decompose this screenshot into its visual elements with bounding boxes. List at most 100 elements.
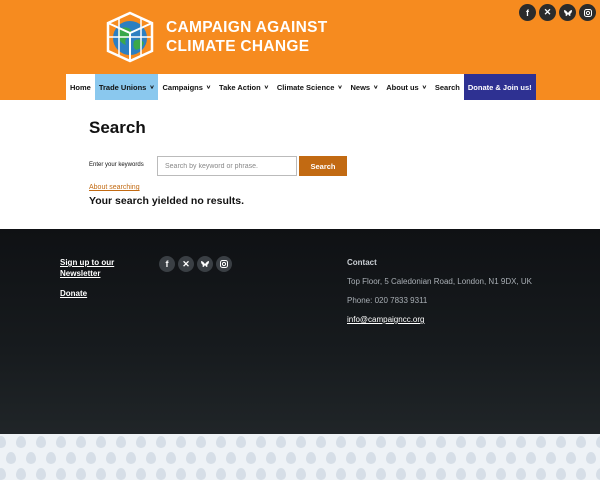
donate-join-button[interactable]: Donate & Join us! [463,74,536,100]
facebook-icon[interactable]: f [519,4,536,21]
site-title[interactable]: CAMPAIGN AGAINST CLIMATE CHANGE [166,18,328,56]
droplet-pattern-icon [396,468,406,480]
droplet-pattern-icon [596,436,600,448]
droplet-pattern-icon [596,468,600,480]
droplet-pattern-icon [406,452,416,464]
droplet-pattern-icon [196,468,206,480]
droplet-pattern-icon [536,468,546,480]
x-icon[interactable]: ✕ [178,256,194,272]
footer-social-links: f ✕ [159,256,232,272]
search-button[interactable]: Search [299,156,347,176]
contact-heading: Contact [347,258,377,267]
droplet-pattern-icon [96,468,106,480]
nav-item-take-action[interactable]: Take Action ∨ [215,74,273,100]
x-icon[interactable]: ✕ [539,4,556,21]
droplet-pattern-icon [176,468,186,480]
droplet-pattern-icon [196,436,206,448]
droplet-pattern-icon [236,468,246,480]
droplet-pattern-icon [56,468,66,480]
droplet-pattern-icon [426,452,436,464]
keywords-label: Enter your keywords [89,162,144,168]
decorative-pattern [0,434,600,480]
droplet-pattern-icon [456,436,466,448]
droplet-pattern-icon [566,452,576,464]
chevron-down-icon: ∨ [263,84,269,90]
newsletter-line2: Newsletter [60,269,101,278]
droplet-pattern-icon [496,436,506,448]
droplet-pattern-icon [26,452,36,464]
droplet-pattern-icon [266,452,276,464]
droplet-pattern-icon [476,468,486,480]
droplet-pattern-icon [556,468,566,480]
droplet-pattern-icon [276,436,286,448]
no-results-message: Your search yielded no results. [89,195,245,207]
droplet-pattern-icon [246,452,256,464]
nav-item-news[interactable]: News ∨ [347,74,383,100]
contact-email-link[interactable]: info@campaigncc.org [347,315,425,324]
droplet-pattern-icon [476,436,486,448]
search-input[interactable] [157,156,297,176]
nav-item-search[interactable]: Search [431,74,464,100]
droplet-pattern-icon [86,452,96,464]
droplet-pattern-icon [156,436,166,448]
droplet-pattern-icon [486,452,496,464]
droplet-pattern-icon [346,452,356,464]
newsletter-signup-link[interactable]: Sign up to our Newsletter [60,257,114,279]
nav-label: Climate Science [276,82,335,92]
droplet-pattern-icon [576,436,586,448]
droplet-pattern-icon [416,468,426,480]
donate-label: Donate & Join us! [467,82,532,92]
droplet-pattern-icon [76,468,86,480]
bluesky-icon[interactable] [559,4,576,21]
droplet-pattern-icon [416,436,426,448]
droplet-pattern-icon [396,436,406,448]
nav-label: Campaigns [162,82,203,92]
nav-label: About us [386,82,419,92]
nav-item-home[interactable]: Home [66,74,95,100]
droplet-pattern-icon [446,452,456,464]
nav-label: Trade Unions [98,82,147,92]
facebook-icon[interactable]: f [159,256,175,272]
instagram-icon[interactable] [216,256,232,272]
chevron-down-icon: ∨ [373,84,379,90]
droplet-pattern-icon [166,452,176,464]
newsletter-line1: Sign up to our [60,258,115,267]
nav-item-about-us[interactable]: About us ∨ [382,74,431,100]
droplet-pattern-icon [386,452,396,464]
droplet-pattern-icon [336,436,346,448]
droplet-pattern-icon [126,452,136,464]
droplet-pattern-icon [296,436,306,448]
droplet-pattern-icon [136,436,146,448]
droplet-pattern-icon [546,452,556,464]
droplet-pattern-icon [376,468,386,480]
droplet-pattern-icon [116,468,126,480]
nav-item-climate-science[interactable]: Climate Science ∨ [273,74,347,100]
droplet-pattern-icon [76,436,86,448]
droplet-pattern-icon [136,468,146,480]
header-social-links: f ✕ [519,4,596,21]
nav-item-campaigns[interactable]: Campaigns ∨ [158,74,215,100]
droplet-pattern-icon [556,436,566,448]
droplet-pattern-icon [176,436,186,448]
instagram-icon[interactable] [579,4,596,21]
droplet-pattern-icon [466,452,476,464]
bluesky-icon[interactable] [197,256,213,272]
nav-item-trade-unions[interactable]: Trade Unions ∨ [94,74,159,100]
chevron-down-icon: ∨ [205,84,212,90]
footer-donate-link[interactable]: Donate [60,288,87,299]
logo-globe-icon[interactable] [104,11,156,63]
droplet-pattern-icon [256,468,266,480]
droplet-pattern-icon [456,468,466,480]
droplet-pattern-icon [356,436,366,448]
droplet-pattern-icon [276,468,286,480]
site-title-line2: CLIMATE CHANGE [166,38,310,55]
droplet-pattern-icon [336,468,346,480]
droplet-pattern-icon [366,452,376,464]
droplet-pattern-icon [36,468,46,480]
droplet-pattern-icon [186,452,196,464]
droplet-pattern-icon [56,436,66,448]
about-searching-link[interactable]: About searching [89,184,140,191]
droplet-pattern-icon [376,436,386,448]
droplet-pattern-icon [516,468,526,480]
page-title: Search [89,118,146,137]
